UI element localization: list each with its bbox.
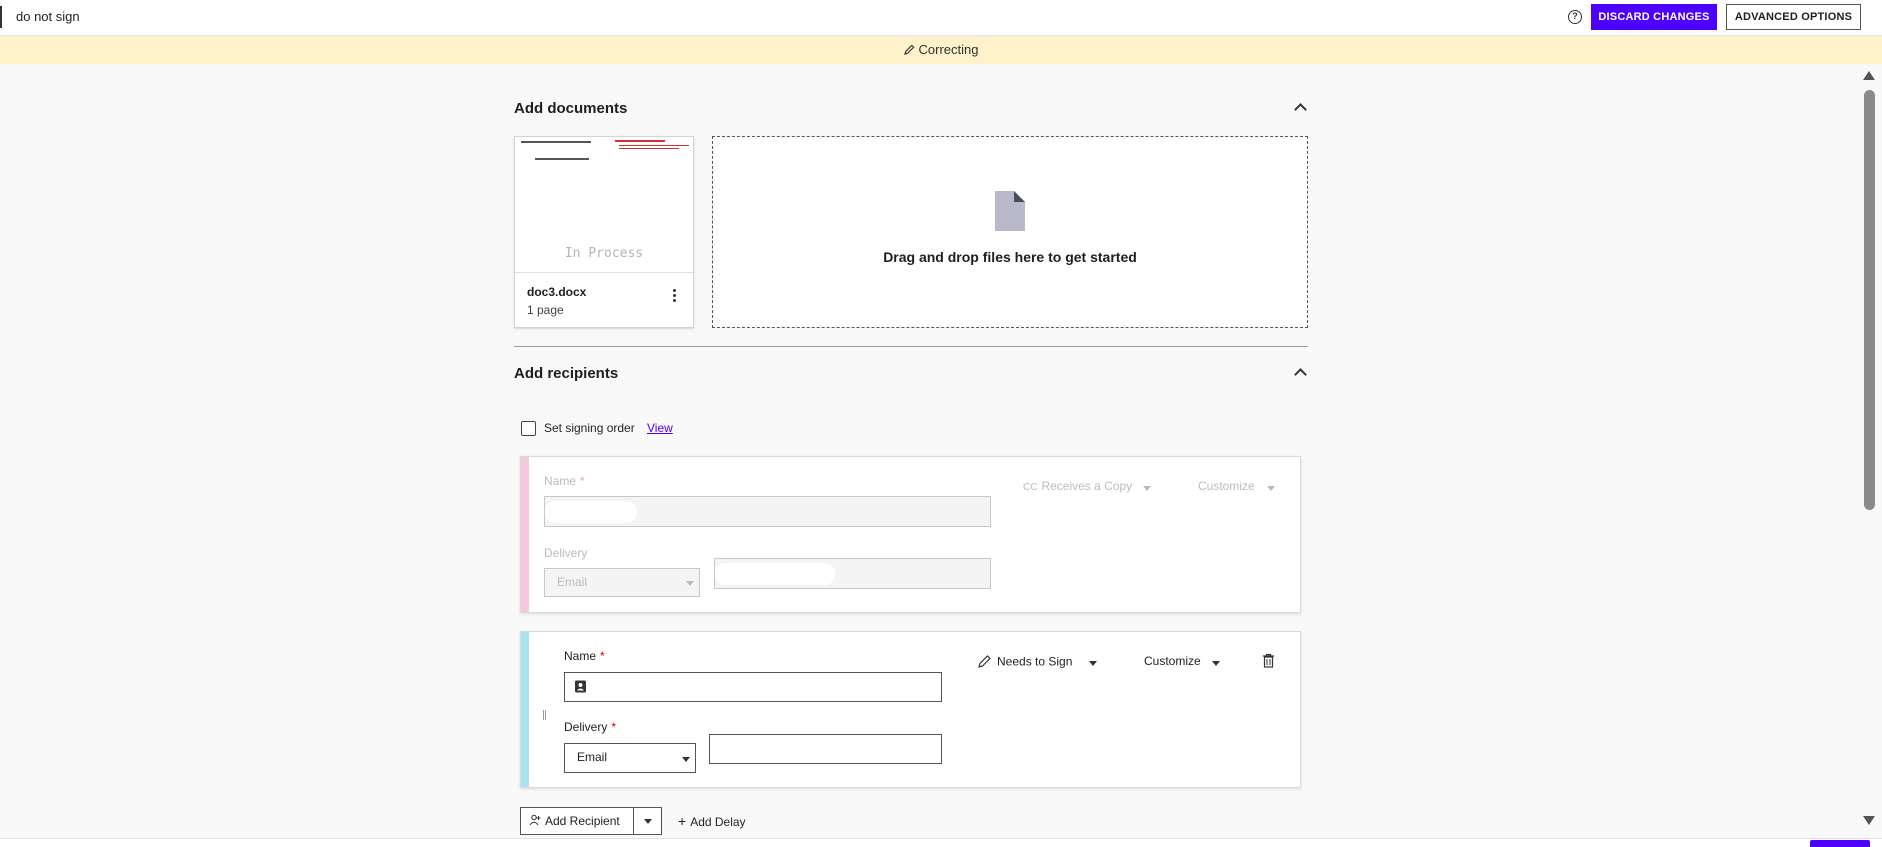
delivery-method-select[interactable]: Email xyxy=(564,743,696,773)
collapse-recipients-chevron-icon[interactable] xyxy=(1294,368,1307,381)
scrollbar-thumb[interactable] xyxy=(1864,90,1875,510)
role-caret-icon xyxy=(1143,486,1151,491)
bottom-action-bar xyxy=(0,838,1882,847)
document-thumbnail[interactable]: In Process xyxy=(515,137,693,273)
envelope-title-input[interactable]: do not sign xyxy=(0,6,80,28)
recipient-name-input[interactable] xyxy=(564,672,942,702)
primary-action-button[interactable] xyxy=(1810,840,1870,847)
document-watermark: In Process xyxy=(564,246,644,261)
discard-changes-button[interactable]: DISCARD CHANGES xyxy=(1591,4,1717,30)
view-signing-order-link[interactable]: View xyxy=(647,421,673,435)
banner-text: Correcting xyxy=(918,42,979,57)
collapse-documents-chevron-icon[interactable] xyxy=(1294,103,1307,116)
recipient-role-dropdown[interactable]: CC Receives a Copy xyxy=(1023,479,1132,493)
role-caret-icon xyxy=(1089,661,1097,666)
advanced-options-button[interactable]: ADVANCED OPTIONS xyxy=(1726,4,1861,30)
add-recipients-title: Add recipients xyxy=(514,365,619,382)
recipient-email-input[interactable] xyxy=(709,734,942,764)
file-icon xyxy=(995,191,1025,231)
recipient-role-dropdown[interactable]: Needs to Sign xyxy=(978,654,1072,671)
scroll-up-arrow-icon[interactable] xyxy=(1863,71,1875,80)
dropzone-text: Drag and drop files here to get started xyxy=(883,249,1137,265)
recipient-card-2: Name * Delivery * Email Needs to Sign Cust… xyxy=(520,631,1301,788)
plus-icon: + xyxy=(678,813,687,829)
delivery-method-select[interactable]: Email xyxy=(544,568,700,597)
add-recipient-options-button[interactable] xyxy=(634,807,662,835)
drag-handle-icon[interactable] xyxy=(543,710,546,720)
recipient-card-1: Name * Delivery Email CC Receives a Copy C… xyxy=(520,456,1301,613)
recipient-color-stripe xyxy=(521,632,529,787)
recipient-email-input[interactable] xyxy=(714,558,991,589)
add-person-icon xyxy=(529,809,541,835)
section-divider xyxy=(514,346,1308,347)
top-bar: do not sign ? DISCARD CHANGES ADVANCED O… xyxy=(0,0,1882,36)
add-documents-title: Add documents xyxy=(514,100,628,117)
customize-dropdown[interactable]: Customize xyxy=(1198,479,1255,493)
customize-caret-icon xyxy=(1267,486,1275,491)
add-delay-button[interactable]: + Add Delay xyxy=(678,813,746,829)
document-name: doc3.docx xyxy=(527,285,587,299)
customize-dropdown[interactable]: Customize xyxy=(1144,654,1201,668)
scroll-down-arrow-icon[interactable] xyxy=(1863,816,1875,825)
contact-card-icon[interactable] xyxy=(574,680,587,698)
name-label: Name * xyxy=(544,474,585,488)
more-options-icon[interactable] xyxy=(673,289,677,303)
correcting-banner: Correcting xyxy=(0,36,1882,64)
name-label: Name * xyxy=(564,649,605,663)
pencil-icon xyxy=(903,37,915,65)
recipient-name-input[interactable] xyxy=(544,496,991,527)
help-icon[interactable]: ? xyxy=(1568,10,1582,24)
pen-icon xyxy=(978,654,992,671)
document-page-count: 1 page xyxy=(527,303,564,317)
add-recipient-button[interactable]: Add Recipient xyxy=(520,807,634,835)
delivery-label: Delivery xyxy=(544,546,588,560)
trash-icon[interactable] xyxy=(1262,653,1275,673)
recipient-color-stripe xyxy=(521,457,529,612)
signing-order-checkbox[interactable] xyxy=(521,421,536,436)
signing-order-label: Set signing order xyxy=(544,421,635,435)
customize-caret-icon xyxy=(1212,661,1220,666)
cc-icon: CC xyxy=(1023,482,1038,493)
delivery-label: Delivery * xyxy=(564,720,617,734)
document-card[interactable]: In Process doc3.docx 1 page xyxy=(514,136,694,328)
file-dropzone[interactable]: Drag and drop files here to get started xyxy=(712,136,1308,328)
